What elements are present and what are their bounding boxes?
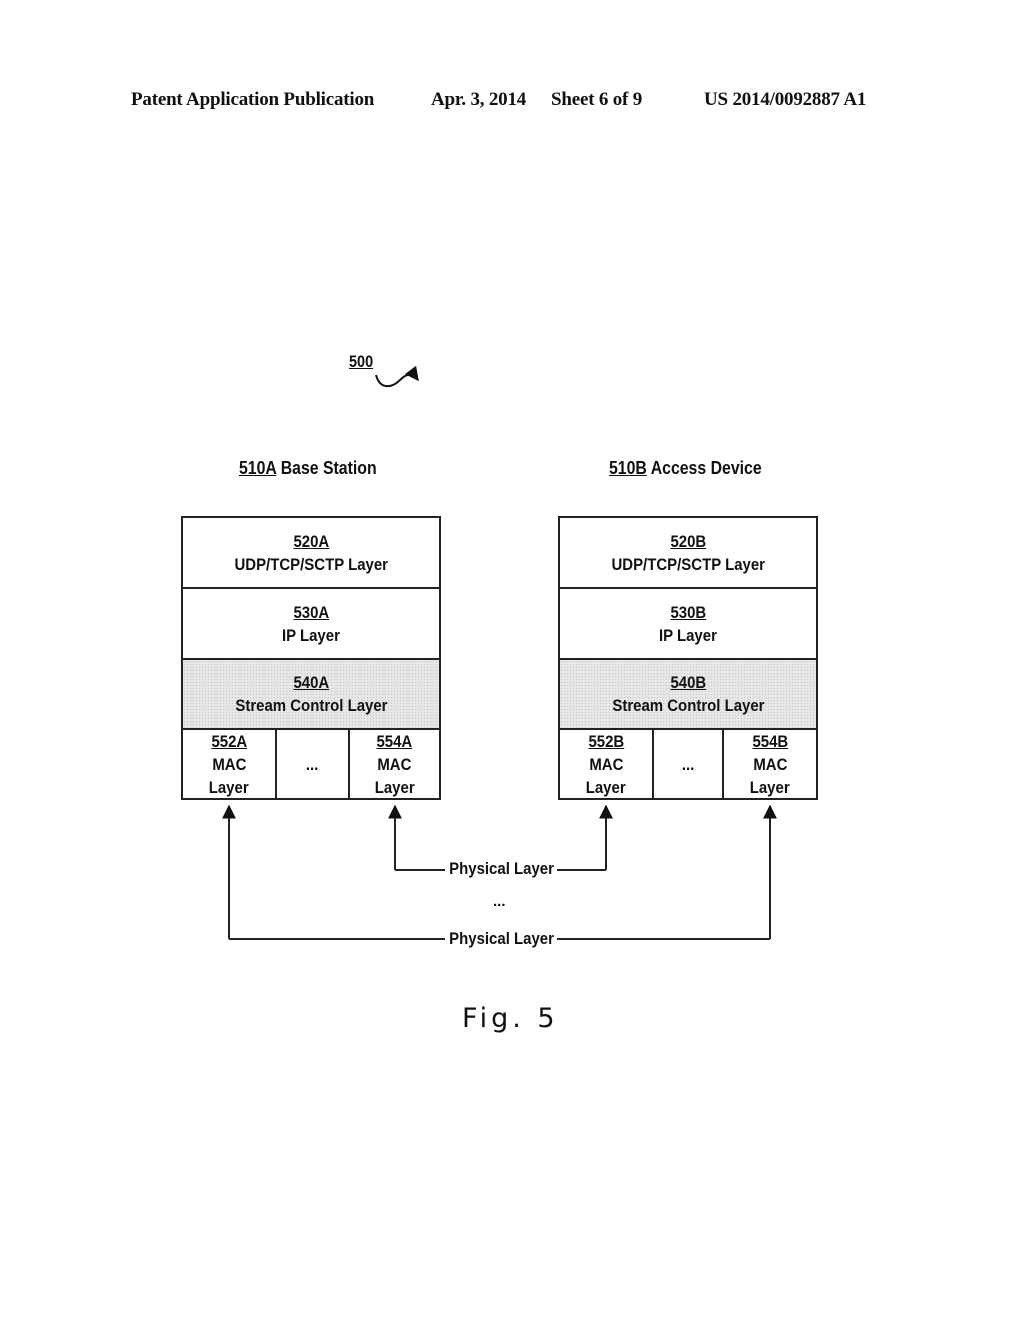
mac-ref: 554B (752, 731, 788, 751)
mac-ref: 554A (376, 731, 413, 751)
mac-layer-row: 552A MAC Layer ... 554A MAC Layer (183, 730, 439, 798)
mac-ref: 552A (211, 731, 247, 751)
layer-ref: 540A (293, 673, 329, 692)
mac-layer-552A: 552A MAC Layer (183, 730, 277, 798)
access-device-name: Access Device (650, 458, 762, 478)
layer-540A: 540A Stream Control Layer (183, 660, 439, 730)
layer-530B: 530B IP Layer (560, 589, 816, 660)
layer-ref: 520A (293, 531, 329, 551)
base-station-name: Base Station (280, 458, 377, 478)
layer-ref: 530B (670, 602, 706, 622)
layer-name: Stream Control Layer (611, 696, 765, 715)
base-station-stack: 520A UDP/TCP/SCTP Layer 530A IP Layer 54… (181, 516, 441, 800)
layer-ref: 530A (293, 602, 329, 622)
layer-name: IP Layer (659, 625, 717, 645)
reference-squiggle-arrow (375, 365, 419, 388)
layer-520B: 520B UDP/TCP/SCTP Layer (560, 518, 816, 589)
ellipsis: ... (306, 754, 319, 774)
layer-name: Stream Control Layer (234, 696, 388, 715)
mac-label: MAC (752, 754, 788, 774)
mac-layer-554A: 554A MAC Layer (350, 730, 439, 798)
mac-label: Layer (750, 777, 790, 797)
mac-ref: 552B (588, 731, 624, 751)
layer-ref: 540B (670, 673, 706, 692)
layer-ref: 520B (670, 531, 706, 551)
mac-layer-row: 552B MAC Layer ... 554B MAC Layer (560, 730, 816, 798)
layer-530A: 530A IP Layer (183, 589, 439, 660)
access-device-title: 510B Access Device (609, 458, 762, 479)
access-device-ref: 510B (609, 458, 647, 478)
layer-540B: 540B Stream Control Layer (560, 660, 816, 730)
mac-layer-ellipsis: ... (654, 730, 724, 798)
layer-name: IP Layer (282, 625, 340, 645)
base-station-ref: 510A (239, 458, 277, 478)
base-station-title: 510A Base Station (239, 458, 377, 479)
mac-label: Layer (209, 777, 249, 797)
connections-ellipsis: ... (493, 893, 506, 910)
layer-520A: 520A UDP/TCP/SCTP Layer (183, 518, 439, 589)
mac-label: MAC (377, 754, 412, 774)
connector-lines (222, 365, 777, 940)
mac-label: Layer (586, 777, 626, 797)
mac-layer-ellipsis: ... (277, 730, 350, 798)
physical-layer-label-outer: Physical Layer (448, 929, 555, 949)
layer-name: UDP/TCP/SCTP Layer (234, 554, 388, 574)
layer-name: UDP/TCP/SCTP Layer (611, 554, 765, 574)
mac-layer-554B: 554B MAC Layer (724, 730, 816, 798)
mac-label: Layer (374, 777, 415, 797)
figure-caption: Fig. 5 (462, 1003, 559, 1034)
mac-layer-552B: 552B MAC Layer (560, 730, 654, 798)
access-device-stack: 520B UDP/TCP/SCTP Layer 530B IP Layer 54… (558, 516, 818, 800)
mac-label: MAC (588, 754, 624, 774)
ellipsis: ... (681, 754, 695, 774)
mac-label: MAC (211, 754, 247, 774)
physical-layer-label-inner: Physical Layer (448, 859, 555, 879)
